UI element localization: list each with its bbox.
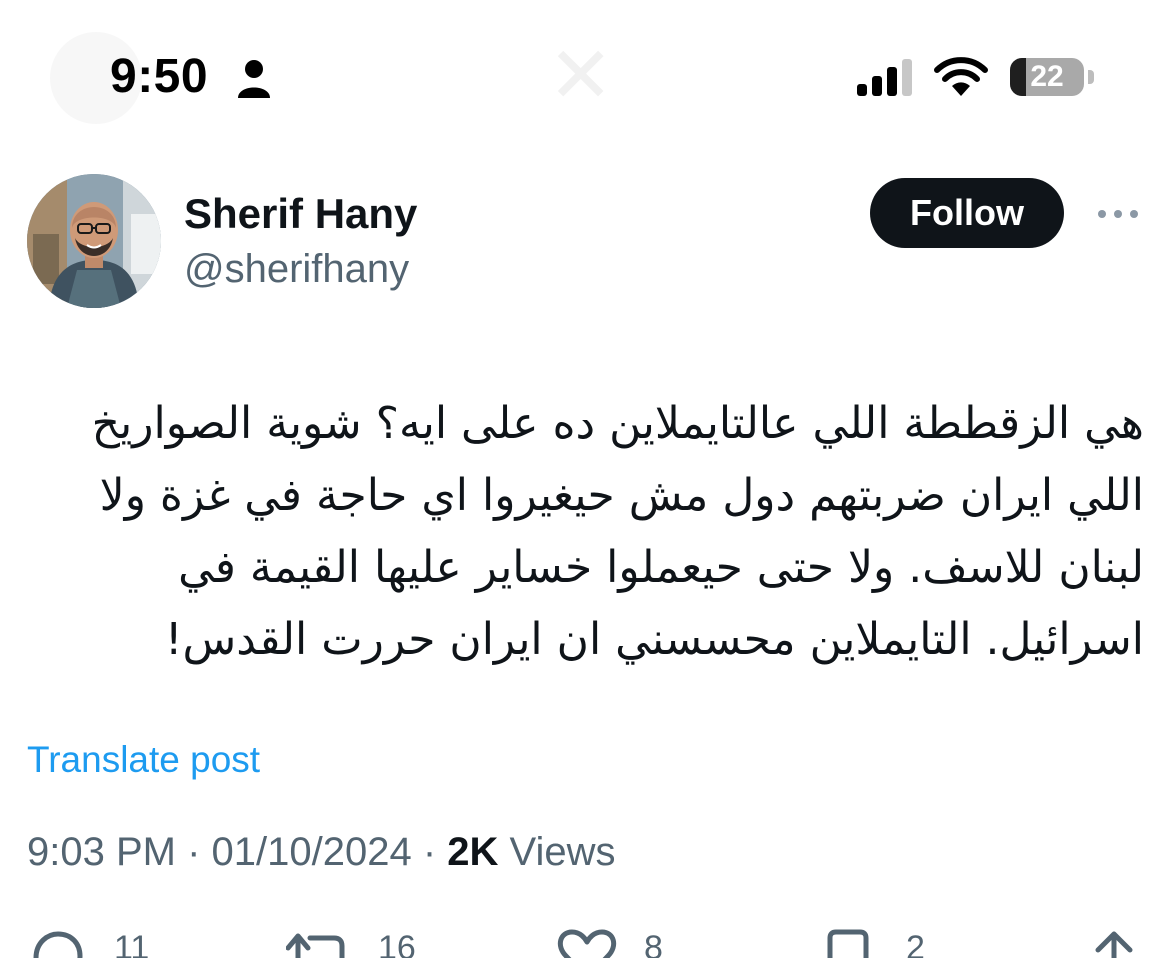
like-count: 8 bbox=[644, 929, 663, 958]
translate-post-link[interactable]: Translate post bbox=[27, 738, 260, 782]
repost-count: 16 bbox=[378, 929, 416, 958]
views-count[interactable]: 2K bbox=[447, 830, 498, 874]
action-bar: 11 16 8 2 bbox=[0, 920, 1169, 958]
like-heart-icon[interactable] bbox=[556, 928, 618, 958]
battery-cap bbox=[1088, 70, 1094, 84]
post-metadata: 9:03 PM · 01/10/2024 · 2K Views bbox=[27, 828, 616, 876]
follow-button[interactable]: Follow bbox=[870, 178, 1064, 248]
status-time: 9:50 bbox=[110, 50, 209, 103]
tweet-screen: ✕ 9:50 22 Sherif Hany @sherifhany Follow… bbox=[0, 0, 1169, 958]
author-handle[interactable]: @sherifhany bbox=[184, 246, 409, 292]
x-logo-icon: ✕ bbox=[548, 31, 614, 121]
status-bar: ✕ 9:50 22 bbox=[0, 0, 1169, 150]
post-time[interactable]: 9:03 PM bbox=[27, 830, 176, 874]
post-date[interactable]: 01/10/2024 bbox=[212, 830, 412, 874]
bookmark-icon[interactable] bbox=[824, 928, 872, 958]
person-icon bbox=[238, 60, 270, 98]
profile-photo bbox=[27, 174, 161, 308]
cellular-signal-icon bbox=[857, 59, 912, 96]
reply-icon[interactable] bbox=[28, 928, 86, 958]
views-label[interactable]: Views bbox=[498, 830, 616, 874]
reply-count: 11 bbox=[114, 929, 150, 958]
battery-percent: 22 bbox=[1030, 60, 1064, 93]
share-icon[interactable] bbox=[1092, 928, 1136, 958]
battery-icon: 22 bbox=[1010, 58, 1084, 96]
meta-separator: · bbox=[411, 830, 448, 874]
more-options-icon[interactable] bbox=[1094, 204, 1142, 224]
wifi-icon bbox=[934, 57, 988, 96]
author-avatar[interactable] bbox=[27, 174, 161, 308]
post-text: هي الزقططة اللي عالتايملاين ده على ايه؟ … bbox=[91, 398, 1144, 665]
meta-separator: · bbox=[175, 830, 212, 874]
author-display-name[interactable]: Sherif Hany bbox=[184, 190, 417, 238]
bookmark-count: 2 bbox=[906, 929, 925, 958]
repost-icon[interactable] bbox=[286, 928, 350, 958]
